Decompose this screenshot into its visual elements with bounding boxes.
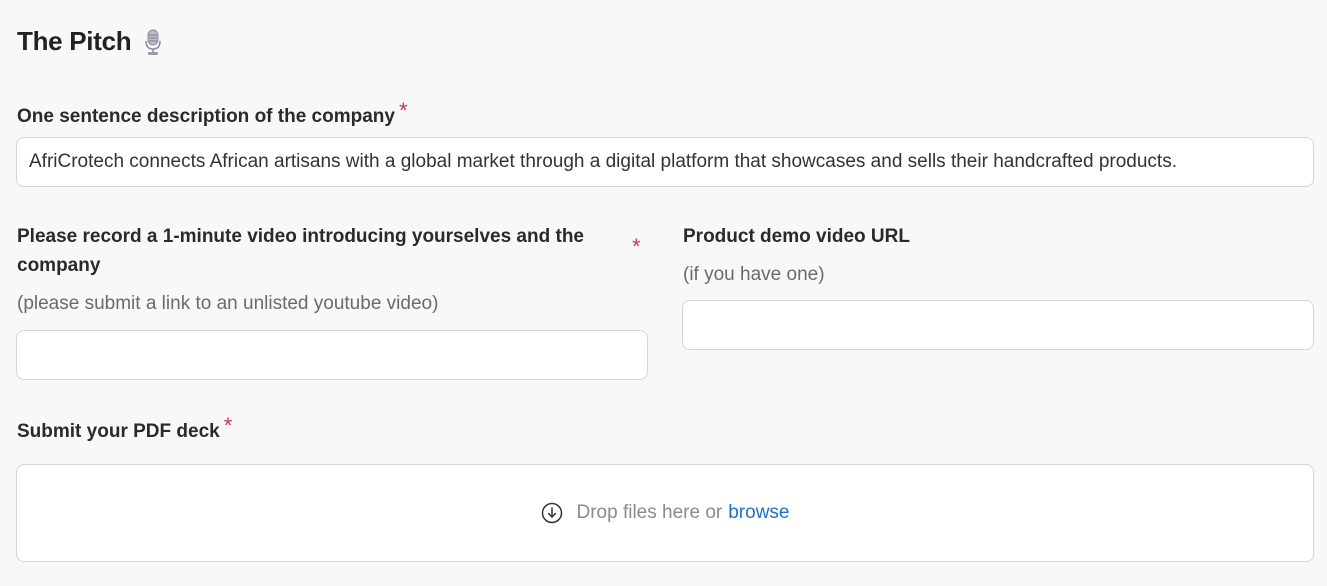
intro-video-label: Please record a 1-minute video introduci… <box>17 226 584 276</box>
section-heading: The Pitch <box>17 26 163 57</box>
microphone-icon <box>143 28 163 56</box>
pdf-deck-label: Submit your PDF deck * <box>17 413 233 442</box>
intro-video-url-input[interactable] <box>16 330 648 380</box>
pitch-form: The Pitch One sentence description of th… <box>0 0 1327 586</box>
demo-video-label: Product demo video URL <box>683 226 910 247</box>
download-circle-icon <box>541 502 563 524</box>
demo-video-url-input[interactable] <box>682 300 1314 350</box>
required-marker: * <box>223 413 233 438</box>
description-label: One sentence description of the company * <box>17 98 408 127</box>
demo-video-hint: (if you have one) <box>683 264 825 285</box>
dropzone-text: Drop files here or <box>576 502 723 523</box>
file-dropzone[interactable]: Drop files here or browse <box>16 464 1314 562</box>
description-input[interactable]: AfriCrotech connects African artisans wi… <box>16 137 1314 187</box>
required-marker: * <box>632 234 641 259</box>
section-title: The Pitch <box>17 26 132 56</box>
intro-video-hint: (please submit a link to an unlisted you… <box>17 293 439 314</box>
required-marker: * <box>398 98 408 123</box>
browse-link[interactable]: browse <box>728 502 789 524</box>
